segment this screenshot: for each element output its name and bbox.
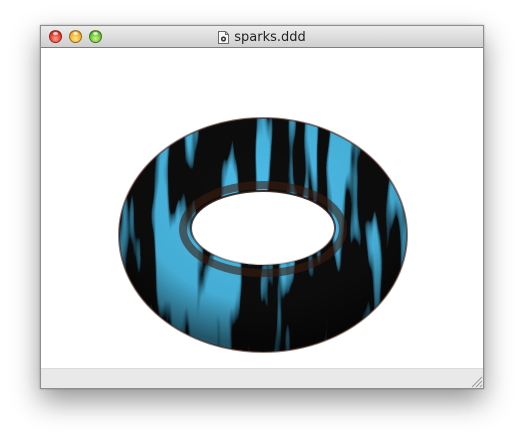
- torus-render: [111, 108, 421, 358]
- window-title-group: sparks.ddd: [41, 26, 483, 48]
- 3d-viewport[interactable]: [41, 48, 483, 368]
- resize-grip-icon[interactable]: [469, 374, 483, 388]
- window-title: sparks.ddd: [234, 29, 306, 45]
- document-window: sparks.ddd: [40, 25, 484, 389]
- title-bar[interactable]: sparks.ddd: [41, 26, 483, 48]
- document-icon[interactable]: [218, 30, 230, 44]
- torus-body: [111, 108, 421, 358]
- status-bar: [41, 368, 483, 388]
- desktop: sparks.ddd: [0, 0, 524, 444]
